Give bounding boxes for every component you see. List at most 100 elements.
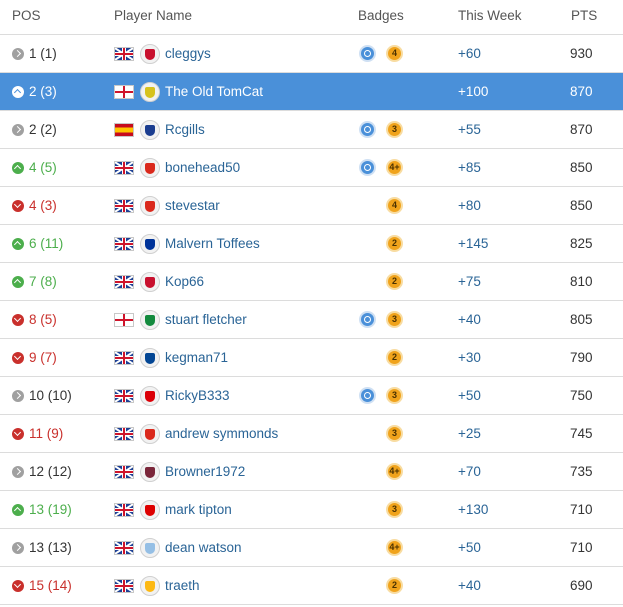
position-cell: 7 (8)	[12, 274, 57, 289]
this-week-points[interactable]: +50	[458, 388, 481, 403]
player-name-link[interactable]: andrew symmonds	[165, 426, 278, 441]
total-points: 850	[570, 160, 593, 175]
player-name-link[interactable]: kegman71	[165, 350, 228, 365]
player-name-link[interactable]: Kop66	[165, 274, 204, 289]
gold-badge-icon[interactable]: 4	[386, 197, 403, 214]
trend-same-icon	[12, 465, 24, 478]
player-name-link[interactable]: The Old TomCat	[165, 84, 263, 99]
table-row[interactable]: 15 (14) traeth 2 +40 690	[0, 567, 623, 605]
everton-crest-icon	[140, 234, 160, 254]
player-name-link[interactable]: Rcgills	[165, 122, 205, 137]
gold-badge-icon[interactable]: 2	[386, 349, 403, 366]
blue-badge-icon[interactable]	[359, 159, 376, 176]
player-name-link[interactable]: dean watson	[165, 540, 242, 555]
column-header-this-week[interactable]: This Week	[458, 8, 522, 23]
player-name-link[interactable]: Browner1972	[165, 464, 245, 479]
player-name-link[interactable]: mark tipton	[165, 502, 232, 517]
blue-badge-icon[interactable]	[359, 311, 376, 328]
table-row[interactable]: 7 (8) Kop66 2 +75 810	[0, 263, 623, 301]
player-name-link[interactable]: RickyB333	[165, 388, 230, 403]
gold-badge-icon[interactable]: 2	[386, 235, 403, 252]
table-row[interactable]: 10 (10) RickyB333 3 +50 750	[0, 377, 623, 415]
trend-same-icon	[12, 123, 24, 136]
gold-badge-icon[interactable]: 4	[386, 45, 403, 62]
total-points: 735	[570, 464, 593, 479]
table-row[interactable]: 4 (3) stevestar 4 +80 850	[0, 187, 623, 225]
position-cell: 10 (10)	[12, 388, 72, 403]
gb-flag-icon	[114, 237, 134, 251]
gold-badge-icon[interactable]: 4+	[386, 463, 403, 480]
gold-badge-icon[interactable]: 4+	[386, 539, 403, 556]
trend-same-icon	[12, 541, 24, 554]
gold-badge-icon[interactable]: 3	[386, 425, 403, 442]
table-row[interactable]: 12 (12) Browner1972 4+ +70 735	[0, 453, 623, 491]
table-row[interactable]: 9 (7) kegman71 2 +30 790	[0, 339, 623, 377]
column-header-player-name[interactable]: Player Name	[114, 8, 192, 23]
table-row[interactable]: 6 (11) Malvern Toffees 2 +145 825	[0, 225, 623, 263]
blue-badge-icon[interactable]	[359, 121, 376, 138]
this-week-points[interactable]: +55	[458, 122, 481, 137]
gold-badge-icon[interactable]: 2	[386, 577, 403, 594]
player-name-link[interactable]: Malvern Toffees	[165, 236, 260, 251]
gb-flag-icon	[114, 541, 134, 555]
table-row[interactable]: 11 (9) andrew symmonds 3 +25 745	[0, 415, 623, 453]
gold-badge-icon[interactable]: 2	[386, 273, 403, 290]
player-name-link[interactable]: stevestar	[165, 198, 220, 213]
this-week-points[interactable]: +130	[458, 502, 488, 517]
aston-villa-crest-icon	[140, 538, 160, 558]
column-header-pts[interactable]: PTS	[571, 8, 597, 23]
position-text: 4 (3)	[29, 198, 57, 213]
gold-badge-icon[interactable]: 3	[386, 121, 403, 138]
position-text: 11 (9)	[29, 426, 64, 441]
man-utd-crest-icon	[140, 424, 160, 444]
table-row[interactable]: 8 (5) stuart fletcher 3 +40 805	[0, 301, 623, 339]
position-text: 6 (11)	[29, 236, 64, 251]
this-week-points[interactable]: +70	[458, 464, 481, 479]
this-week-points[interactable]: +50	[458, 540, 481, 555]
this-week-points[interactable]: +75	[458, 274, 481, 289]
this-week-points[interactable]: +85	[458, 160, 481, 175]
liverpool-crest-icon	[140, 272, 160, 292]
total-points: 710	[570, 502, 593, 517]
this-week-points[interactable]: +40	[458, 312, 481, 327]
blue-badge-icon[interactable]	[359, 45, 376, 62]
trend-down-icon	[12, 313, 24, 326]
table-row[interactable]: 2 (2) Rcgills 3 +55 870	[0, 111, 623, 149]
position-cell: 2 (2)	[12, 122, 57, 137]
trend-up-icon	[12, 85, 24, 98]
column-header-pos[interactable]: POS	[12, 8, 41, 23]
player-name-link[interactable]: traeth	[165, 578, 200, 593]
gb-flag-icon	[114, 199, 134, 213]
this-week-points[interactable]: +60	[458, 46, 481, 61]
player-name-link[interactable]: bonehead50	[165, 160, 240, 175]
gold-badge-icon[interactable]: 3	[386, 387, 403, 404]
this-week-points[interactable]: +40	[458, 578, 481, 593]
this-week-points[interactable]: +25	[458, 426, 481, 441]
table-row[interactable]: 2 (3) The Old TomCat +100 870	[0, 73, 623, 111]
celtic-crest-icon	[140, 310, 160, 330]
gold-badge-icon[interactable]: 3	[386, 311, 403, 328]
trend-down-icon	[12, 351, 24, 364]
table-row[interactable]: 4 (5) bonehead50 4+ +85 850	[0, 149, 623, 187]
table-row[interactable]: 13 (19) mark tipton 3 +130 710	[0, 491, 623, 529]
total-points: 710	[570, 540, 593, 555]
this-week-points[interactable]: +80	[458, 198, 481, 213]
position-cell: 4 (3)	[12, 198, 57, 213]
cherry-crest-icon	[140, 158, 160, 178]
player-name-link[interactable]: stuart fletcher	[165, 312, 247, 327]
gb-flag-icon	[114, 503, 134, 517]
blue-club-crest-icon	[140, 120, 160, 140]
table-row[interactable]: 13 (13) dean watson 4+ +50 710	[0, 529, 623, 567]
total-points: 810	[570, 274, 593, 289]
this-week-points[interactable]: +100	[458, 84, 488, 99]
gold-badge-icon[interactable]: 4+	[386, 159, 403, 176]
player-name-link[interactable]: cleggys	[165, 46, 211, 61]
total-points: 690	[570, 578, 593, 593]
table-row[interactable]: 1 (1) cleggys 4 +60 930	[0, 35, 623, 73]
this-week-points[interactable]: +145	[458, 236, 488, 251]
blue-badge-icon[interactable]	[359, 387, 376, 404]
this-week-points[interactable]: +30	[458, 350, 481, 365]
trend-up-icon	[12, 275, 24, 288]
gold-badge-icon[interactable]: 3	[386, 501, 403, 518]
position-text: 13 (19)	[29, 502, 72, 517]
